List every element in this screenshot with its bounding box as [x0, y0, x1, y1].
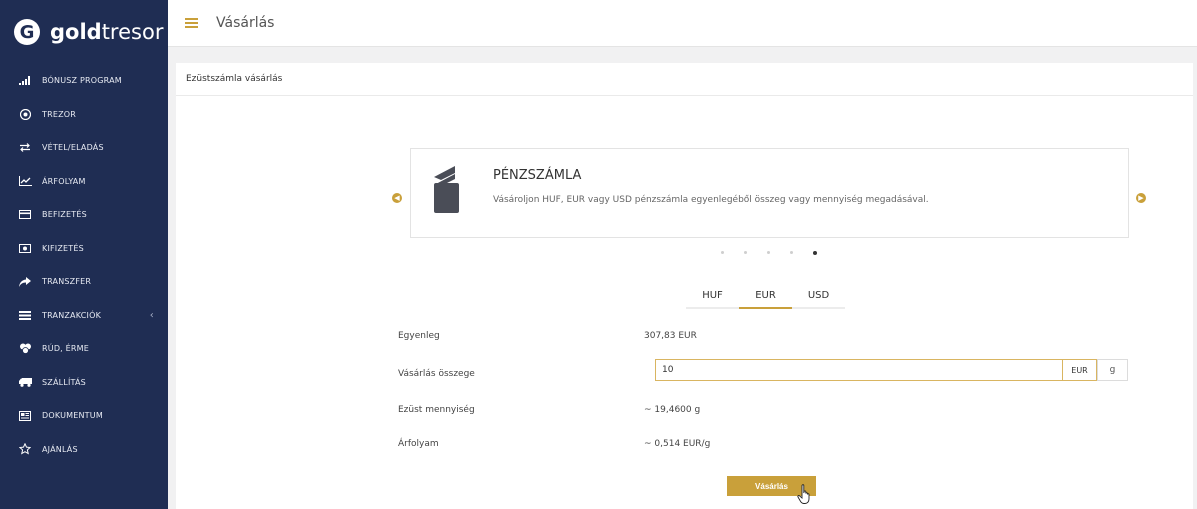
wallet-icon: [433, 165, 459, 213]
chevron-left-icon: ◀: [394, 194, 400, 202]
top-bar: Vásárlás: [168, 0, 1197, 47]
sidebar-item-label: ÁRFOLYAM: [42, 176, 86, 186]
sidebar-item-label: TRANSZFER: [42, 277, 92, 287]
credit-card-icon: [18, 209, 32, 221]
amount-label: Vásárlás összege: [398, 369, 475, 379]
list-icon: [18, 309, 32, 321]
sidebar-item-label: RÚD, ÉRME: [42, 344, 90, 354]
sidebar: G goldtresor BÓNUSZ PROGRAM TREZOR VÉTEL…: [0, 0, 168, 509]
tab-eur[interactable]: EUR: [739, 283, 792, 309]
line-chart-icon: [18, 175, 32, 187]
sidebar-item-label: AJÁNLÁS: [42, 444, 78, 454]
banknote-icon: [18, 242, 32, 254]
panel-title: Ezüstszámla vásárlás: [176, 63, 1197, 96]
carousel-dot[interactable]: [721, 251, 724, 254]
sidebar-item-label: BEFIZETÉS: [42, 210, 87, 220]
sidebar-item-dokumentum[interactable]: DOKUMENTUM: [0, 399, 168, 433]
carousel-card-title: PÉNZSZÁMLA: [493, 168, 582, 183]
sidebar-item-befizetes[interactable]: BEFIZETÉS: [0, 198, 168, 232]
truck-icon: [18, 376, 32, 388]
sidebar-item-tranzakciok[interactable]: TRANZAKCIÓK ‹: [0, 299, 168, 333]
carousel-card-description: Vásároljon HUF, EUR vagy USD pénzszámla …: [493, 195, 929, 205]
vault-icon: [18, 108, 32, 120]
sidebar-item-label: KIFIZETÉS: [42, 243, 84, 253]
sidebar-item-kifizetes[interactable]: KIFIZETÉS: [0, 232, 168, 266]
amount-input[interactable]: [655, 359, 1063, 381]
currency-tabs: HUF EUR USD: [686, 283, 845, 309]
logo[interactable]: G goldtresor: [0, 0, 168, 64]
balance-value: 307,83 EUR: [644, 331, 697, 341]
page-title: Vásárlás: [216, 15, 275, 31]
unit-eur-toggle[interactable]: EUR: [1062, 359, 1097, 381]
sidebar-item-vetel-eladas[interactable]: VÉTEL/ELADÁS: [0, 131, 168, 165]
carousel-dot[interactable]: [790, 251, 793, 254]
silver-amount-label: Ezüst mennyiség: [398, 405, 475, 415]
sidebar-item-szallitas[interactable]: SZÁLLÍTÁS: [0, 366, 168, 400]
hamburger-menu-icon[interactable]: [185, 16, 198, 30]
carousel-dot[interactable]: [767, 251, 770, 254]
chevron-right-icon: ▶: [1138, 194, 1144, 202]
star-icon: [18, 443, 32, 455]
rate-label: Árfolyam: [398, 439, 439, 449]
carousel-pagination: [721, 251, 837, 255]
unit-gram-toggle[interactable]: g: [1097, 359, 1128, 381]
coins-icon: [18, 343, 32, 355]
silver-amount-value: ~ 19,4600 g: [644, 405, 701, 415]
sidebar-item-label: BÓNUSZ PROGRAM: [42, 76, 122, 86]
tab-usd[interactable]: USD: [792, 283, 845, 309]
sidebar-item-trezor[interactable]: TREZOR: [0, 98, 168, 132]
hand-cursor-icon: [797, 484, 813, 504]
sidebar-item-arfolyam[interactable]: ÁRFOLYAM: [0, 165, 168, 199]
tab-huf[interactable]: HUF: [686, 283, 739, 309]
sidebar-item-transzfer[interactable]: TRANSZFER: [0, 265, 168, 299]
right-gutter: [1193, 63, 1197, 509]
sidebar-item-bonus-program[interactable]: BÓNUSZ PROGRAM: [0, 64, 168, 98]
carousel-dot[interactable]: [744, 251, 747, 254]
rate-value: ~ 0,514 EUR/g: [644, 439, 711, 449]
balance-label: Egyenleg: [398, 331, 440, 341]
carousel-dot-active[interactable]: [813, 251, 817, 255]
sidebar-nav: BÓNUSZ PROGRAM TREZOR VÉTEL/ELADÁS ÁRFOL…: [0, 64, 168, 466]
carousel-next-button[interactable]: ▶: [1136, 193, 1146, 203]
carousel-card: PÉNZSZÁMLA Vásároljon HUF, EUR vagy USD …: [410, 148, 1129, 238]
logo-text-bold: gold: [50, 20, 102, 44]
sidebar-item-label: TRANZAKCIÓK: [42, 310, 102, 320]
sidebar-item-label: DOKUMENTUM: [42, 411, 103, 421]
sidebar-item-ajanlas[interactable]: AJÁNLÁS: [0, 433, 168, 467]
logo-mark: G: [14, 19, 40, 45]
logo-text-light: tresor: [101, 20, 164, 44]
document-icon: [18, 410, 32, 422]
chevron-left-icon: ‹: [149, 309, 154, 321]
carousel-prev-button[interactable]: ◀: [392, 193, 402, 203]
exchange-arrows-icon: [18, 142, 32, 154]
sidebar-item-rud-erme[interactable]: RÚD, ÉRME: [0, 332, 168, 366]
main-panel: Ezüstszámla vásárlás ◀ PÉNZSZÁMLA Vásáro…: [176, 63, 1197, 509]
sidebar-item-label: TREZOR: [42, 109, 77, 119]
sidebar-item-label: VÉTEL/ELADÁS: [42, 143, 104, 153]
sidebar-item-label: SZÁLLÍTÁS: [42, 377, 86, 387]
logo-text: goldtresor: [50, 20, 163, 44]
signal-bars-icon: [18, 75, 32, 87]
share-arrow-icon: [18, 276, 32, 288]
